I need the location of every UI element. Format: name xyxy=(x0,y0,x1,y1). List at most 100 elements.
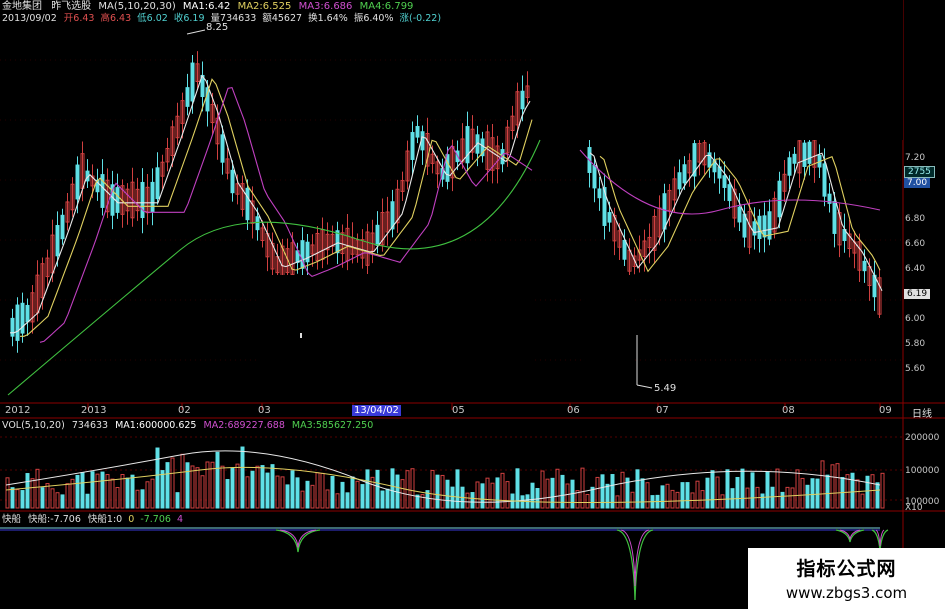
volume-bar xyxy=(800,477,805,509)
volume-bar xyxy=(850,472,855,509)
indicator-spike xyxy=(835,529,865,543)
volume-bar xyxy=(705,477,710,509)
ohlc-low: 低6.02 xyxy=(137,13,168,24)
volume-bar xyxy=(170,457,175,509)
candle-body xyxy=(662,193,667,230)
candle-body xyxy=(25,304,30,323)
vol-ma3: MA3:585627.250 xyxy=(291,420,374,431)
ohlc-open: 开6.43 xyxy=(63,13,95,24)
chart-gap-mask xyxy=(580,0,903,140)
volume-bar xyxy=(600,474,605,509)
candle-body xyxy=(722,175,727,188)
volume-bar xyxy=(305,480,310,509)
candle-body xyxy=(762,215,767,238)
ma4-value: MA4:6.799 xyxy=(359,1,414,12)
candle-body xyxy=(737,206,742,223)
volume-bar xyxy=(760,493,765,509)
ma3-value: MA3:6.686 xyxy=(298,1,353,12)
indicator-name[interactable]: 昨飞选股 xyxy=(51,1,91,12)
volume-bar xyxy=(645,482,650,509)
volume-bar xyxy=(475,481,480,509)
candle-body xyxy=(230,169,235,194)
candle-body xyxy=(682,164,687,184)
ind-value: 快船:-7.706 xyxy=(28,514,81,525)
date-cursor-label[interactable]: 13/04/02 xyxy=(352,405,401,416)
candle-body xyxy=(787,157,792,176)
volume-bar xyxy=(770,486,775,509)
ohlc-amount: 额45627 xyxy=(262,13,303,24)
volume-bar xyxy=(495,477,500,509)
volume-bar xyxy=(155,447,160,509)
volume-bar xyxy=(300,490,305,509)
ind-four: 4 xyxy=(176,514,184,525)
watermark-title: 指标公式网 xyxy=(796,558,897,580)
volume-bar xyxy=(135,489,140,509)
volume-bar xyxy=(220,465,225,509)
ohlc-amplitude: 振6.40% xyxy=(353,13,394,24)
candle-body xyxy=(792,153,797,164)
volume-bar xyxy=(215,451,220,509)
chart-gap-mask xyxy=(534,0,580,140)
candle-body xyxy=(55,225,60,257)
ohlc-close: 收6.19 xyxy=(173,13,205,24)
ma2-value: MA2:6.525 xyxy=(237,1,292,12)
candle-body xyxy=(597,188,602,199)
volume-bar xyxy=(110,478,115,509)
period-label[interactable]: 日线 xyxy=(912,405,932,420)
volume-bar xyxy=(805,484,810,509)
volume-bar xyxy=(95,473,100,509)
volume-bar xyxy=(385,488,390,509)
indicator-spike xyxy=(616,529,654,601)
volume-bar xyxy=(245,476,250,509)
volume-bar xyxy=(490,482,495,509)
ohlc-turnover: 换1.64% xyxy=(308,13,348,24)
volume-bar xyxy=(25,473,30,509)
price-badge-top: 2755 xyxy=(904,166,935,178)
volume-bar xyxy=(295,477,300,509)
volume-bar xyxy=(825,474,830,509)
volume-bar xyxy=(235,463,240,509)
date-label: 02 xyxy=(178,405,191,416)
volume-bar xyxy=(710,470,715,509)
volume-bar xyxy=(470,492,475,509)
volume-bar xyxy=(605,483,610,509)
candle-body xyxy=(677,172,682,190)
volume-bar xyxy=(430,469,435,509)
volume-bar xyxy=(360,484,365,509)
volume-bar xyxy=(445,479,450,509)
volume-bar xyxy=(115,487,120,509)
high-price-label: 8.25 xyxy=(206,22,229,33)
stray-mark xyxy=(300,333,302,338)
volume-bar xyxy=(270,464,275,509)
volume-bar xyxy=(660,485,665,509)
candle-body xyxy=(255,216,260,231)
volume-bar xyxy=(610,474,615,509)
volume-bar xyxy=(85,493,90,509)
volume-bar xyxy=(320,472,325,509)
candle-body xyxy=(185,87,190,107)
vol-ma1: MA1:600000.625 xyxy=(115,420,197,431)
volume-bar xyxy=(790,487,795,509)
volume-bar xyxy=(5,477,10,509)
volume-bar xyxy=(45,483,50,509)
volume-bar xyxy=(535,488,540,509)
price-tick: 6.80 xyxy=(905,214,926,224)
stock-name[interactable]: 金地集团 xyxy=(2,1,42,12)
volume-bar xyxy=(225,479,230,509)
volume-bar xyxy=(310,484,315,509)
volume-bar xyxy=(140,489,145,509)
volume-bar xyxy=(160,470,165,509)
date-label: 2012 xyxy=(5,405,31,416)
candle-body xyxy=(60,214,65,240)
candle-body xyxy=(520,90,525,110)
ohlc-date: 2013/09/02 xyxy=(2,13,57,24)
candle-body xyxy=(622,239,627,260)
volume-bar xyxy=(120,473,125,509)
volume-bar xyxy=(545,478,550,509)
volume-bar xyxy=(590,486,595,509)
candle-body xyxy=(335,230,340,254)
volume-bar xyxy=(150,478,155,509)
volume-bar xyxy=(250,470,255,509)
vol-ma2: MA2:689227.688 xyxy=(203,420,285,431)
volume-bar xyxy=(855,479,860,509)
